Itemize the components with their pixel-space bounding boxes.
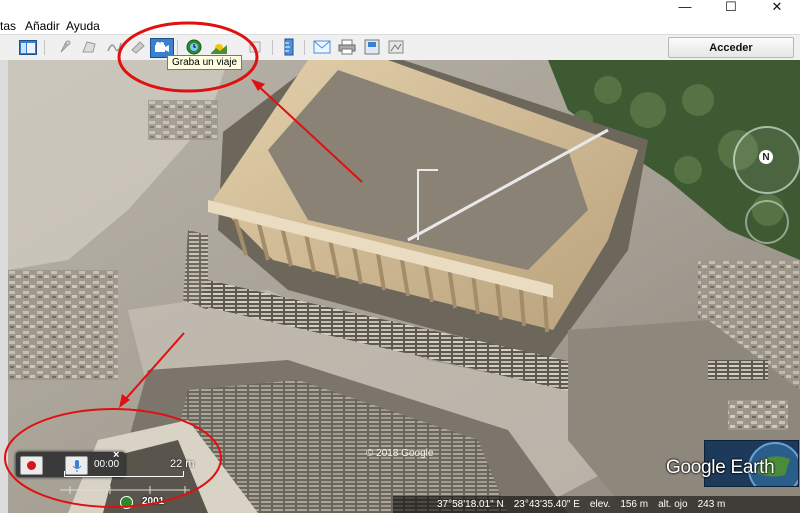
eye-altitude-value: 243 m: [697, 499, 726, 510]
status-bar: 37°58'18.01" N 23°43'35.40" E elev. 156 …: [393, 496, 800, 513]
email-icon[interactable]: [313, 39, 331, 55]
toolbar-separator: [44, 40, 45, 55]
scale-bar: [64, 471, 184, 477]
google-earth-logo: Google Earth: [666, 457, 775, 478]
imagery-year: 2001: [142, 496, 165, 507]
north-icon[interactable]: N: [759, 150, 773, 164]
zoom-control[interactable]: [745, 200, 789, 244]
historical-imagery-icon[interactable]: [185, 39, 203, 55]
record-icon: [27, 461, 36, 470]
minimize-button[interactable]: —: [662, 0, 708, 14]
toolbar-separator: [272, 40, 273, 55]
elevation-value: 156 m: [620, 499, 649, 510]
toolbar: Acceder: [0, 34, 800, 61]
time-slider[interactable]: [60, 484, 190, 496]
menu-ayuda[interactable]: Ayuda: [66, 19, 100, 33]
eye-altitude-label: alt. ojo: [658, 499, 688, 510]
menu-anadir[interactable]: Añadir: [25, 19, 60, 33]
maximize-button[interactable]: ☐: [708, 0, 754, 14]
path-icon[interactable]: [105, 39, 123, 55]
toolbar-separator: [177, 40, 178, 55]
image-overlay-icon[interactable]: [129, 39, 147, 55]
record-tour-tooltip: Graba un viaje: [167, 55, 243, 70]
placemark-icon[interactable]: [56, 39, 74, 55]
menu-herramientas[interactable]: tas: [0, 19, 16, 33]
menu-bar: tas Añadir Ayuda — ☐ ✕: [0, 0, 800, 34]
historical-imagery-icon[interactable]: [120, 496, 133, 509]
close-button[interactable]: ✕: [754, 0, 800, 14]
record-button[interactable]: [20, 456, 43, 475]
copyright-text: © 2018 Google: [366, 448, 434, 459]
sunlight-icon[interactable]: [210, 39, 228, 55]
planets-icon[interactable]: [246, 39, 264, 55]
maps-icon[interactable]: [387, 39, 405, 55]
ruler-icon[interactable]: [280, 38, 298, 56]
sign-in-button[interactable]: Acceder: [668, 37, 794, 58]
recorder-close-button[interactable]: ×: [113, 449, 119, 461]
latitude: 37°58'18.01" N: [437, 499, 504, 510]
polygon-icon[interactable]: [80, 39, 98, 55]
elevation-label: elev.: [589, 499, 611, 510]
map-viewport[interactable]: N: [0, 60, 800, 513]
toolbar-separator: [304, 40, 305, 55]
print-icon[interactable]: [338, 39, 356, 55]
aerial-imagery: [8, 60, 800, 513]
compass-control[interactable]: N: [733, 126, 800, 194]
sidebar-icon[interactable]: [19, 39, 37, 55]
scale-label: 22 m: [170, 458, 195, 470]
save-image-icon[interactable]: [363, 39, 381, 55]
longitude: 23°43'35.40" E: [513, 499, 580, 510]
window-controls: — ☐ ✕: [662, 0, 800, 14]
